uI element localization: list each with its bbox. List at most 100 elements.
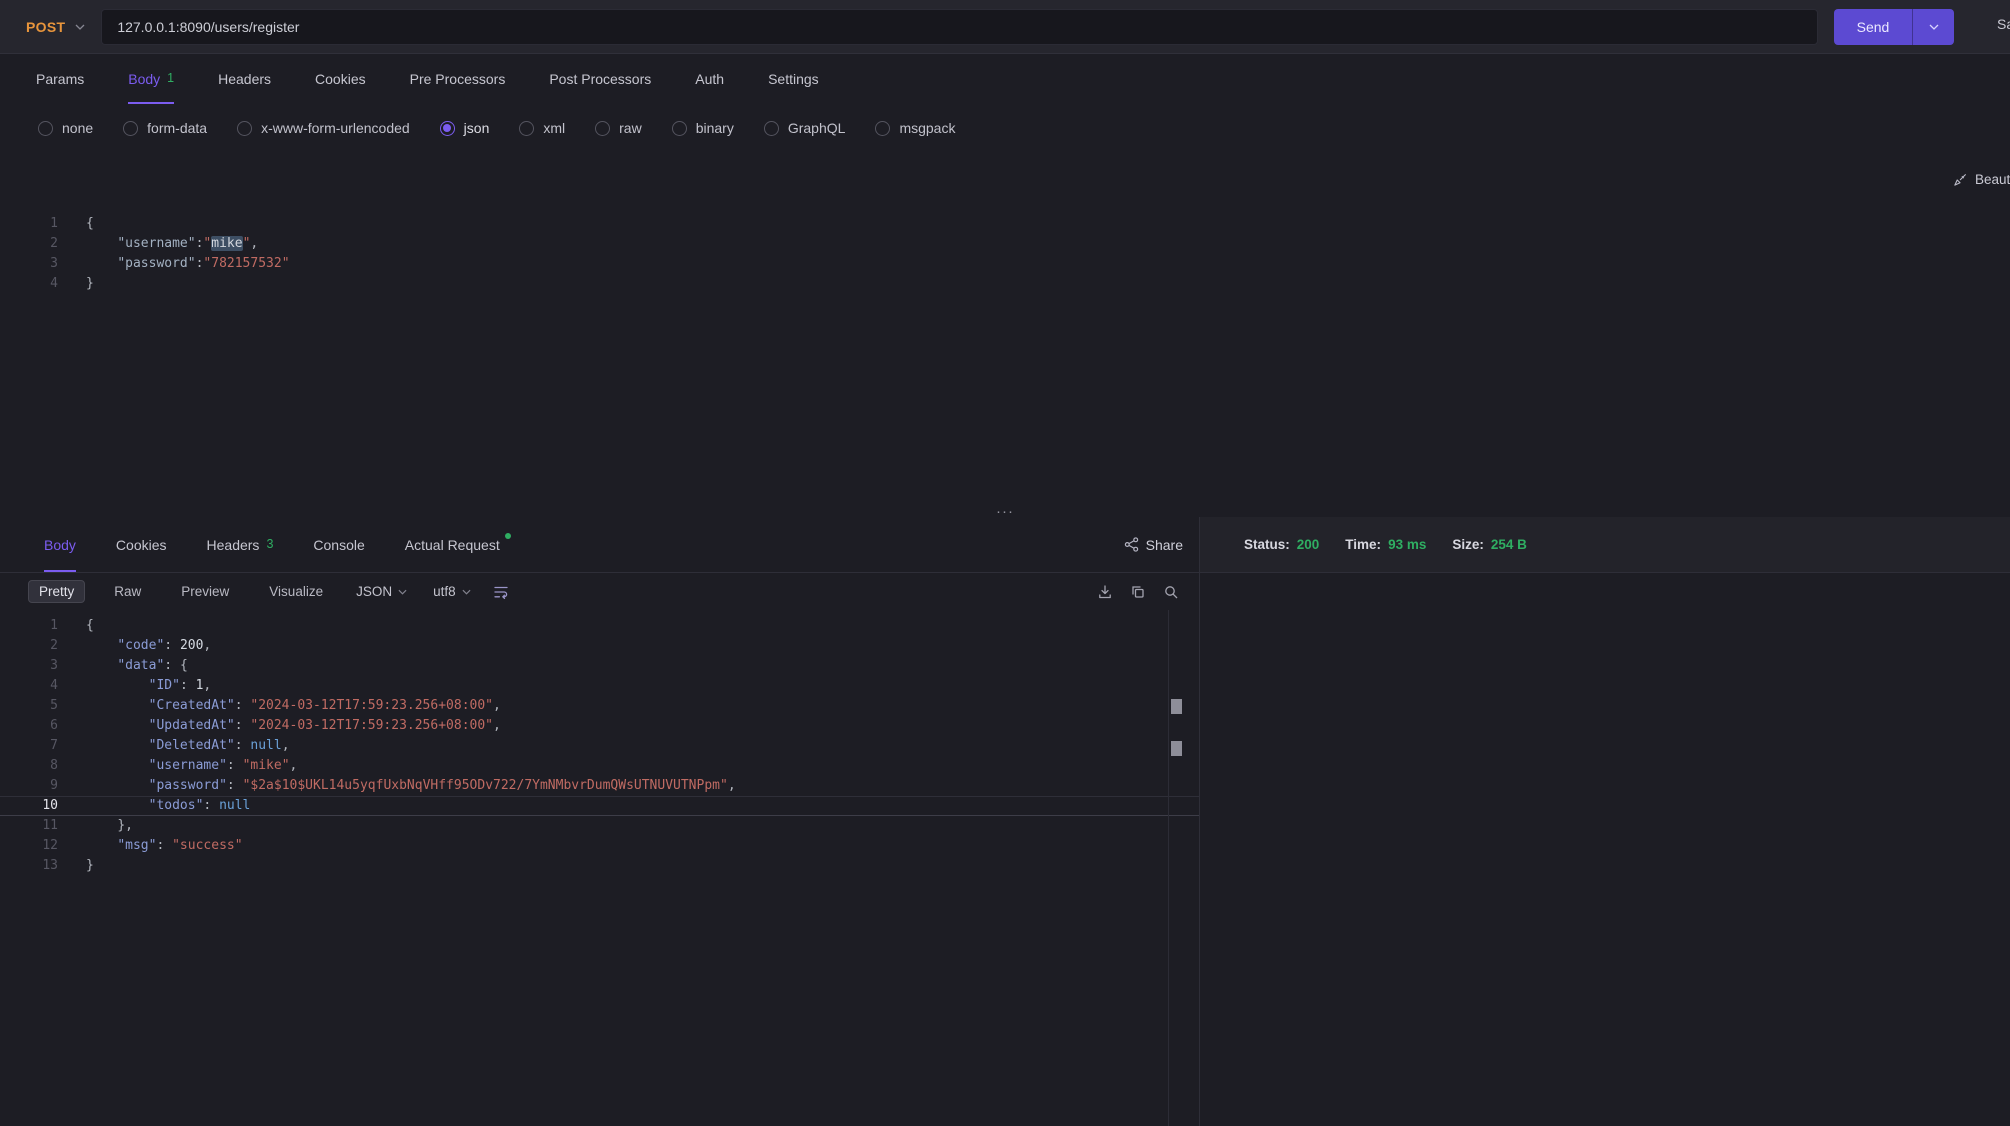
stat-label: Time:: [1345, 537, 1381, 552]
code-line-1[interactable]: 1{: [0, 616, 1199, 636]
beautify-button[interactable]: Beautify: [1953, 172, 2010, 187]
request-json-editor[interactable]: 1{2 "username":"mike",3 "password":"7821…: [0, 152, 2010, 294]
code-line-4[interactable]: 4 "ID": 1,: [0, 676, 1199, 696]
response-tab-actual-request[interactable]: Actual Request: [405, 517, 511, 572]
request-tab-auth[interactable]: Auth: [695, 54, 724, 104]
request-tab-params[interactable]: Params: [36, 54, 84, 104]
body-type-binary[interactable]: binary: [672, 120, 734, 136]
response-tab-headers[interactable]: Headers3: [207, 517, 274, 572]
code-line-2[interactable]: 2 "username":"mike",: [0, 234, 2010, 254]
body-type-form-data[interactable]: form-data: [123, 120, 207, 136]
code-line-11[interactable]: 11 },: [0, 816, 1199, 836]
radio-icon: [875, 121, 890, 136]
response-header: Body Cookies Headers3 Console Actual Request…: [0, 517, 2010, 573]
select-value: utf8: [433, 584, 456, 599]
body-type-json[interactable]: json: [440, 120, 490, 136]
line-number: 9: [0, 776, 58, 796]
line-number: 1: [0, 214, 58, 234]
share-button[interactable]: Share: [1124, 537, 1183, 553]
radio-icon: [595, 121, 610, 136]
code-text: "UpdatedAt": "2024-03-12T17:59:23.256+08…: [58, 716, 501, 736]
body-type-none[interactable]: none: [38, 120, 93, 136]
tab-count-badge: 1: [167, 71, 174, 85]
code-line-10[interactable]: 10 "todos": null: [0, 796, 1199, 816]
request-tab-headers[interactable]: Headers: [218, 54, 271, 104]
search-button[interactable]: [1163, 584, 1179, 600]
body-type-label: none: [62, 120, 93, 136]
response-tab-body[interactable]: Body: [44, 517, 76, 572]
body-type-raw[interactable]: raw: [595, 120, 642, 136]
code-line-3[interactable]: 3 "data": {: [0, 656, 1199, 676]
code-line-2[interactable]: 2 "code": 200,: [0, 636, 1199, 656]
response-tab-cookies[interactable]: Cookies: [116, 517, 167, 572]
body-type-options: none form-data x-www-form-urlencoded json xm…: [0, 104, 2010, 152]
select-utf8[interactable]: utf8: [433, 584, 471, 599]
view-raw[interactable]: Raw: [103, 580, 152, 603]
code-line-12[interactable]: 12 "msg": "success": [0, 836, 1199, 856]
code-text: "password": "$2a$10$UKL14u5yqfUxbNqVHff9…: [58, 776, 736, 796]
response-tab-console[interactable]: Console: [313, 517, 364, 572]
request-body-editor[interactable]: Beautify 1{2 "username":"mike",3 "passwo…: [0, 152, 2010, 507]
request-tabs: Params Body 1 Headers Cookies Pre Processors P…: [0, 54, 2010, 104]
word-wrap-button[interactable]: [493, 584, 509, 600]
tab-label: Body: [44, 537, 76, 553]
response-section: Body Cookies Headers3 Console Actual Request…: [0, 517, 2010, 1126]
select-json[interactable]: JSON: [356, 584, 407, 599]
response-json-editor[interactable]: 1{2 "code": 200,3 "data": {4 "ID": 1,5 "…: [0, 610, 1199, 1126]
code-line-6[interactable]: 6 "UpdatedAt": "2024-03-12T17:59:23.256+…: [0, 716, 1199, 736]
response-meta-panel: [1200, 573, 2010, 1126]
stat-label: Size:: [1452, 537, 1484, 552]
send-button[interactable]: Send: [1834, 9, 1912, 45]
scrollbar-track[interactable]: [1168, 610, 1169, 1126]
request-tab-settings[interactable]: Settings: [768, 54, 819, 104]
code-line-5[interactable]: 5 "CreatedAt": "2024-03-12T17:59:23.256+…: [0, 696, 1199, 716]
panel-splitter[interactable]: ···: [0, 507, 2010, 517]
code-line-1[interactable]: 1{: [0, 214, 2010, 234]
line-number: 2: [0, 636, 58, 656]
body-type-msgpack[interactable]: msgpack: [875, 120, 955, 136]
method-select[interactable]: POST: [26, 19, 85, 35]
view-visualize[interactable]: Visualize: [258, 580, 334, 603]
code-line-3[interactable]: 3 "password":"782157532": [0, 254, 2010, 274]
code-line-9[interactable]: 9 "password": "$2a$10$UKL14u5yqfUxbNqVHf…: [0, 776, 1199, 796]
download-button[interactable]: [1097, 584, 1113, 600]
code-line-8[interactable]: 8 "username": "mike",: [0, 756, 1199, 776]
request-tab-cookies[interactable]: Cookies: [315, 54, 366, 104]
code-text: },: [58, 816, 133, 836]
view-preview[interactable]: Preview: [170, 580, 240, 603]
send-options-button[interactable]: [1912, 9, 1954, 45]
body-type-x-www-form-urlencoded[interactable]: x-www-form-urlencoded: [237, 120, 410, 136]
line-number: 3: [0, 254, 58, 274]
beautify-icon: [1953, 172, 1968, 187]
tab-label: Console: [313, 537, 364, 553]
radio-icon: [764, 121, 779, 136]
search-icon: [1163, 584, 1179, 600]
response-tabs-row: Body Cookies Headers3 Console Actual Request…: [0, 517, 1200, 573]
body-type-graphql[interactable]: GraphQL: [764, 120, 846, 136]
code-line-7[interactable]: 7 "DeletedAt": null,: [0, 736, 1199, 756]
line-number: 4: [0, 676, 58, 696]
code-line-4[interactable]: 4}: [0, 274, 2010, 294]
request-tab-pre-processors[interactable]: Pre Processors: [410, 54, 506, 104]
line-number: 10: [0, 796, 58, 816]
tab-label: Pre Processors: [410, 71, 506, 87]
api-client-window: { "palette": { "accent": "#7b5cf0", "met…: [0, 0, 2010, 1126]
request-tab-body[interactable]: Body 1: [128, 54, 174, 104]
stat-value: 254 B: [1491, 537, 1527, 552]
save-button[interactable]: Save: [1997, 16, 2010, 32]
code-text: "username": "mike",: [58, 756, 297, 776]
share-label: Share: [1146, 537, 1183, 553]
copy-icon: [1130, 584, 1146, 600]
code-text: "ID": 1,: [58, 676, 211, 696]
tab-label: Body: [128, 71, 160, 87]
body-type-xml[interactable]: xml: [519, 120, 565, 136]
url-input[interactable]: 127.0.0.1:8090/users/register: [101, 9, 1818, 45]
tab-label: Auth: [695, 71, 724, 87]
view-pretty[interactable]: Pretty: [28, 580, 85, 603]
send-button-group: Send: [1834, 9, 1954, 45]
code-line-13[interactable]: 13}: [0, 856, 1199, 876]
tab-label: Headers: [207, 537, 260, 553]
copy-button[interactable]: [1130, 584, 1146, 600]
select-value: JSON: [356, 584, 392, 599]
request-tab-post-processors[interactable]: Post Processors: [549, 54, 651, 104]
